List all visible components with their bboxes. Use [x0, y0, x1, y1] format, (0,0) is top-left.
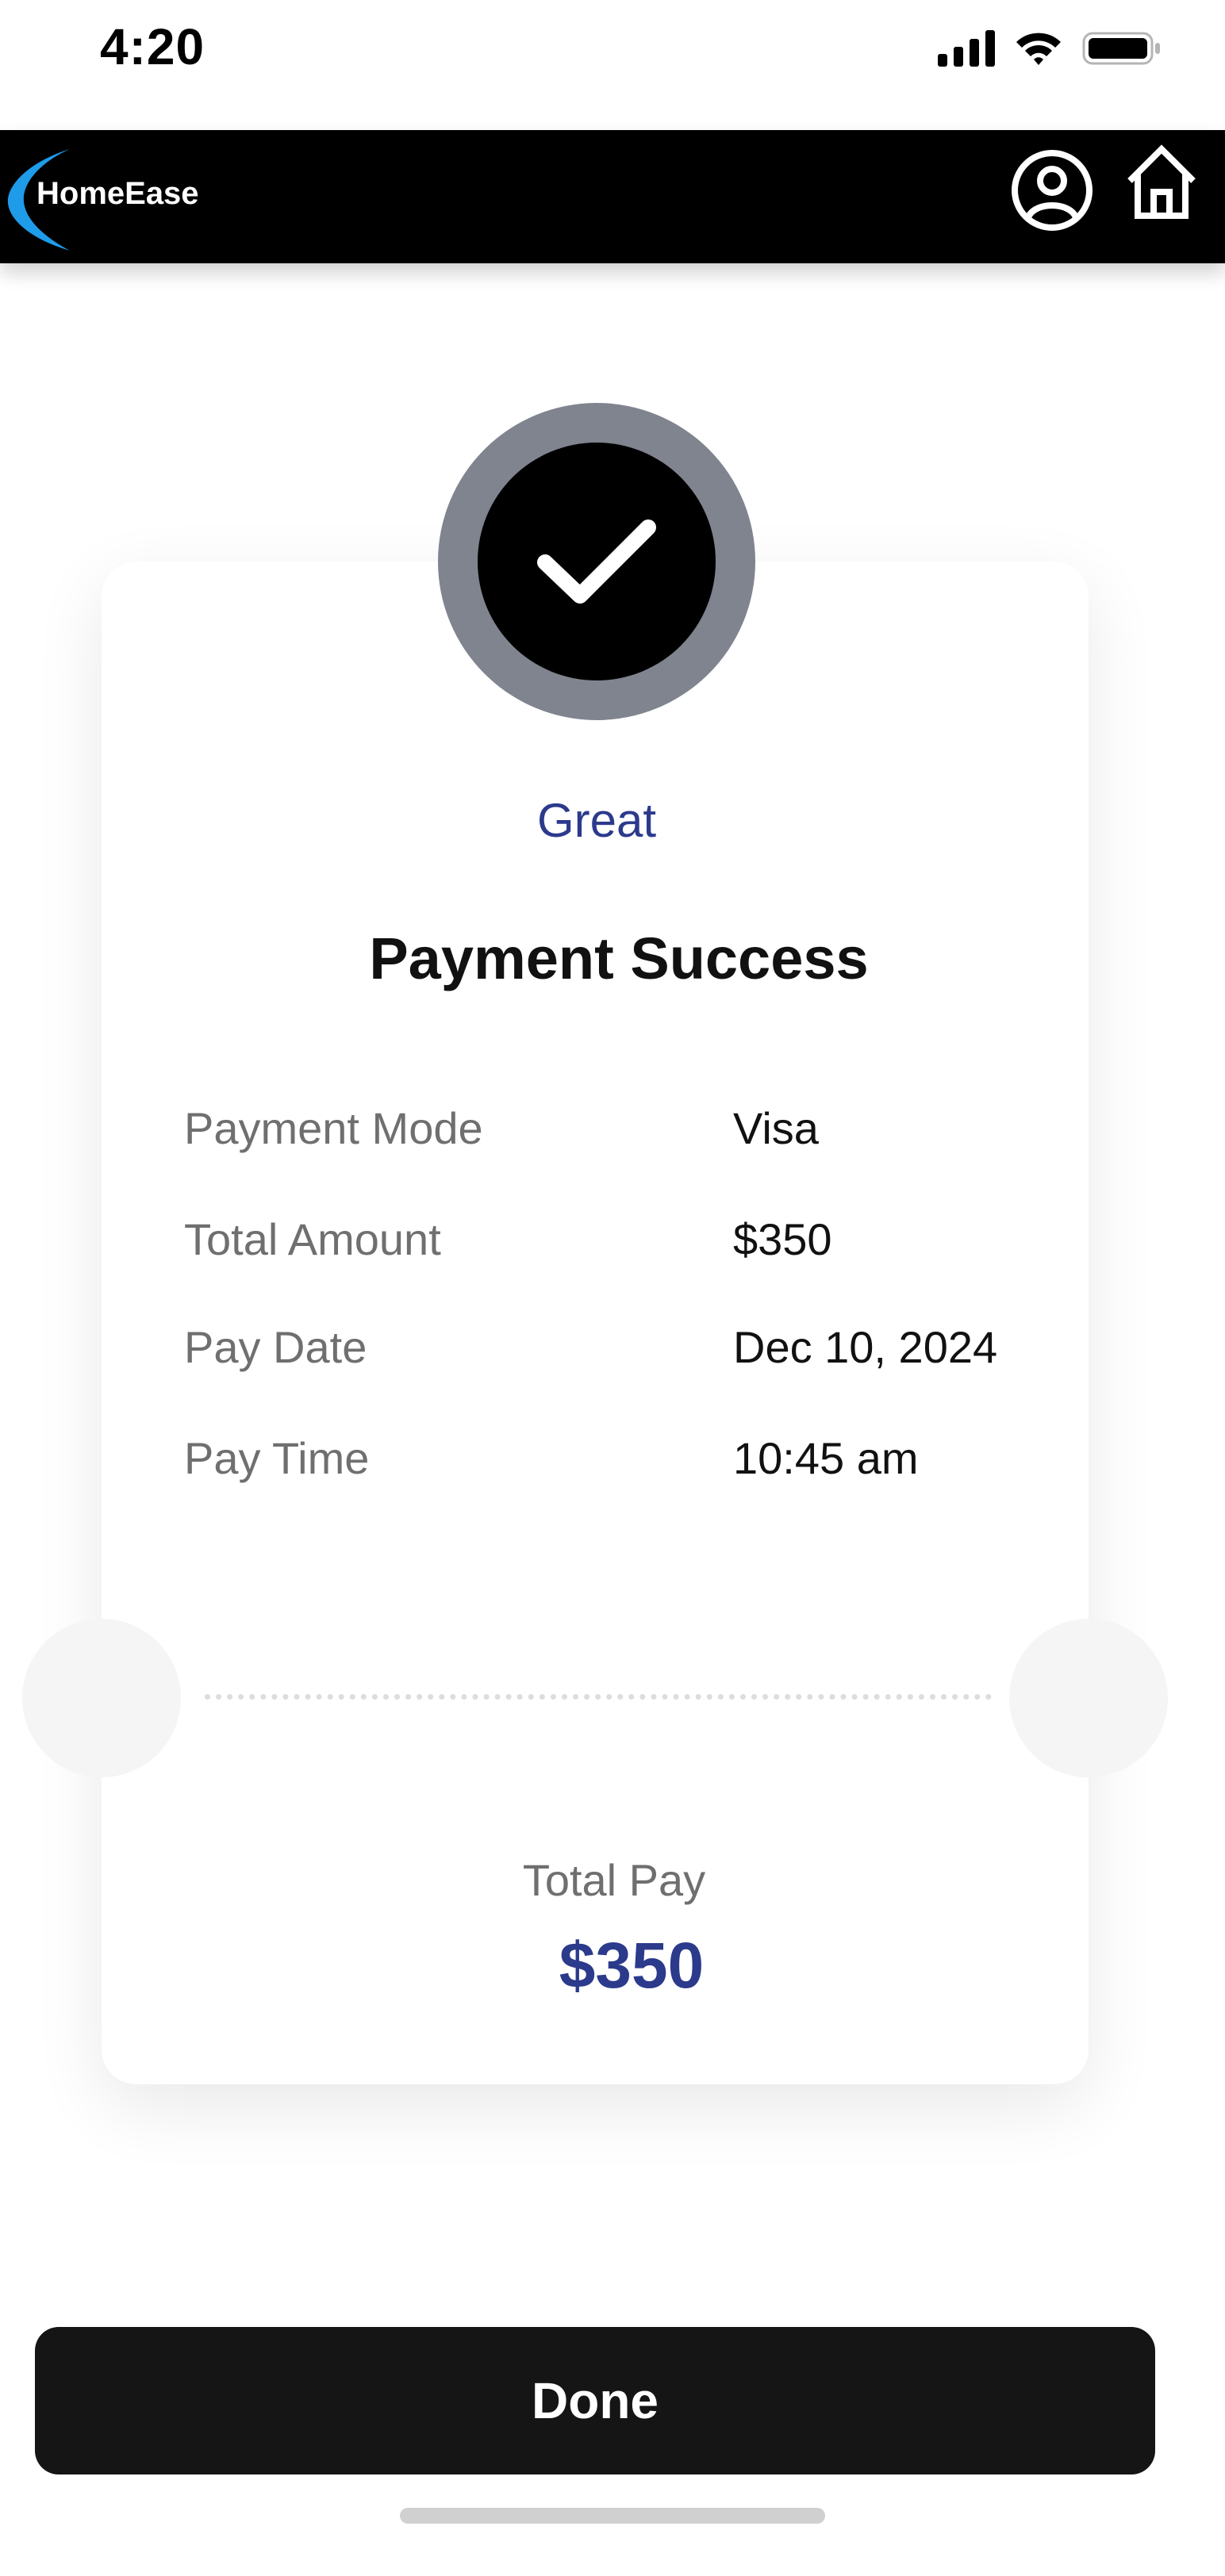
logo-text: HomeEase [36, 176, 199, 211]
status-icons [938, 30, 1162, 71]
ticket-notch-left [22, 1619, 181, 1777]
status-bar: 4:20 [0, 0, 1225, 130]
app-header: HomeEase [0, 130, 1225, 263]
detail-value: Visa [733, 1103, 819, 1153]
detail-value: $350 [733, 1214, 832, 1264]
total-pay-amount: $350 [559, 1930, 705, 2002]
detail-label: Payment Mode [184, 1103, 483, 1153]
payment-success-screen: 4:20 HomeEase Great Payment Success Paym… [0, 0, 1225, 2576]
battery-icon [1082, 30, 1162, 71]
cellular-signal-icon [938, 30, 995, 71]
detail-label: Pay Date [184, 1322, 367, 1372]
home-indicator[interactable] [400, 2508, 825, 2524]
checkmark-icon [529, 508, 664, 615]
greeting-text: Great [536, 794, 657, 847]
wifi-icon [1014, 30, 1063, 71]
page-title: Payment Success [369, 926, 869, 991]
profile-icon[interactable] [1009, 148, 1095, 237]
total-pay-label: Total Pay [522, 1855, 706, 1905]
homeease-logo[interactable]: HomeEase [5, 138, 243, 257]
detail-label: Pay Time [184, 1433, 370, 1483]
success-badge [438, 403, 755, 720]
home-icon[interactable] [1125, 143, 1198, 226]
detail-value: 10:45 am [733, 1433, 919, 1483]
done-button[interactable]: Done [35, 2327, 1155, 2474]
status-time: 4:20 [100, 18, 205, 75]
detail-value: Dec 10, 2024 [733, 1322, 998, 1372]
ticket-divider [205, 1694, 992, 1700]
ticket-notch-right [1009, 1619, 1168, 1777]
detail-label: Total Amount [184, 1214, 441, 1264]
